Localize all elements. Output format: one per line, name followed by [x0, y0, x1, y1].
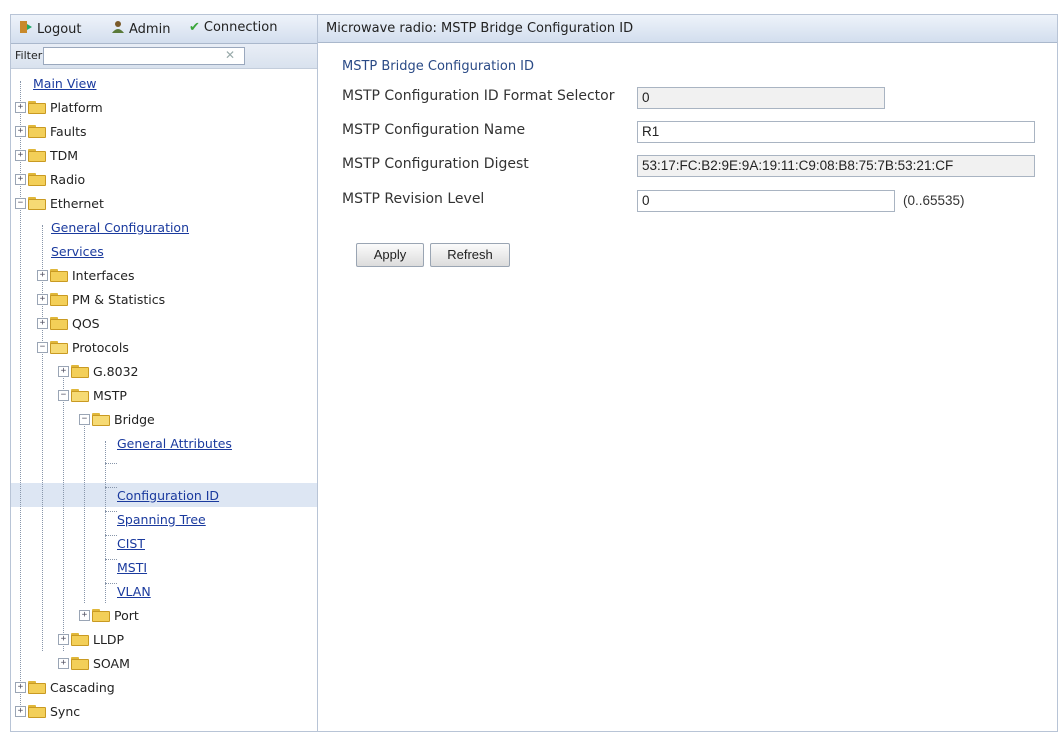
- folder-icon: [71, 632, 89, 646]
- tree-guide-line: [105, 559, 117, 560]
- expand-icon[interactable]: +: [58, 657, 69, 669]
- page-title: Microwave radio: MSTP Bridge Configurati…: [318, 15, 1057, 43]
- top-toolbar: Logout Admin ✔ Connection: [11, 15, 317, 44]
- expand-icon[interactable]: +: [37, 317, 48, 329]
- collapse-icon[interactable]: −: [79, 413, 90, 425]
- tree-item-radio[interactable]: + Radio: [15, 167, 85, 191]
- folder-icon: [28, 704, 46, 718]
- format-selector-field: 0: [637, 87, 885, 109]
- expand-icon[interactable]: +: [15, 149, 26, 161]
- open-folder-icon: [28, 196, 46, 210]
- folder-icon: [50, 292, 68, 306]
- tree-item-vlan[interactable]: VLAN: [117, 579, 151, 603]
- folder-icon: [28, 124, 46, 138]
- open-folder-icon: [92, 412, 110, 426]
- tree-item-spanning-tree[interactable]: Spanning Tree: [117, 507, 206, 531]
- tree-item-soam[interactable]: + SOAM: [58, 651, 130, 675]
- collapse-icon[interactable]: −: [58, 389, 69, 401]
- admin-button[interactable]: Admin: [111, 20, 170, 38]
- revision-level-label: MSTP Revision Level: [342, 191, 485, 207]
- tree-guide-line: [84, 417, 85, 603]
- configuration-name-input[interactable]: R1: [637, 121, 1035, 143]
- tree-item-g8032[interactable]: + G.8032: [58, 359, 138, 383]
- logout-button[interactable]: Logout: [19, 20, 82, 38]
- filter-input[interactable]: [43, 47, 245, 65]
- configuration-digest-field: 53:17:FC:B2:9E:9A:19:11:C9:08:B8:75:7B:5…: [637, 155, 1035, 177]
- tree-item-qos[interactable]: + QOS: [37, 311, 100, 335]
- folder-icon: [71, 656, 89, 670]
- expand-icon[interactable]: +: [37, 269, 48, 281]
- tree-item-interfaces[interactable]: + Interfaces: [37, 263, 134, 287]
- folder-icon: [50, 316, 68, 330]
- tree-guide-line: [105, 487, 117, 488]
- tree-item-pm-statistics[interactable]: + PM & Statistics: [37, 287, 165, 311]
- tree-item-mstp[interactable]: − MSTP: [58, 383, 127, 407]
- expand-icon[interactable]: +: [37, 293, 48, 305]
- tree-item-general-attributes[interactable]: General Attributes: [117, 431, 232, 455]
- tree-item-cist[interactable]: CIST: [117, 531, 145, 555]
- tree-item-general-configuration[interactable]: General Configuration: [51, 215, 189, 239]
- filter-label: Filter: [15, 49, 43, 62]
- revision-level-input[interactable]: 0: [637, 190, 895, 212]
- expand-icon[interactable]: +: [58, 633, 69, 645]
- apply-button[interactable]: Apply: [356, 243, 424, 267]
- open-folder-icon: [50, 340, 68, 354]
- expand-icon[interactable]: +: [58, 365, 69, 377]
- expand-icon[interactable]: +: [15, 705, 26, 717]
- configuration-digest-label: MSTP Configuration Digest: [342, 156, 529, 172]
- configuration-name-label: MSTP Configuration Name: [342, 122, 526, 138]
- tree-item-main-view[interactable]: Main View: [33, 71, 96, 95]
- checkmark-icon: ✔: [189, 20, 200, 35]
- filter-bar: Filter ✕: [11, 44, 317, 69]
- collapse-icon[interactable]: −: [15, 197, 26, 209]
- tree-guide-line: [105, 511, 117, 512]
- tree-item-configuration-id[interactable]: Configuration ID: [117, 483, 219, 507]
- tree-item-faults[interactable]: + Faults: [15, 119, 87, 143]
- tree-item-platform[interactable]: + Platform: [15, 95, 103, 119]
- open-folder-icon: [71, 388, 89, 402]
- expand-icon[interactable]: +: [15, 125, 26, 137]
- tree-item-port[interactable]: + Port: [79, 603, 139, 627]
- navigation-panel: Logout Admin ✔ Connection Filter ✕ Main …: [11, 15, 318, 731]
- format-selector-label: MSTP Configuration ID Format Selector: [342, 88, 615, 104]
- folder-icon: [28, 680, 46, 694]
- tree-guide-line: [63, 369, 64, 651]
- tree-item-bridge[interactable]: − Bridge: [79, 407, 155, 431]
- tree-guide-line: [105, 463, 117, 464]
- folder-icon: [28, 148, 46, 162]
- tree-item-protocols[interactable]: − Protocols: [37, 335, 129, 359]
- tree-item-services[interactable]: Services: [51, 239, 104, 263]
- refresh-button[interactable]: Refresh: [430, 243, 510, 267]
- folder-icon: [28, 172, 46, 186]
- tree-guide-line: [105, 441, 106, 603]
- tree-guide-line: [105, 535, 117, 536]
- connection-button[interactable]: ✔ Connection: [189, 20, 277, 35]
- expand-icon[interactable]: +: [15, 101, 26, 113]
- collapse-icon[interactable]: −: [37, 341, 48, 353]
- folder-icon: [71, 364, 89, 378]
- admin-user-icon: [111, 20, 125, 38]
- expand-icon[interactable]: +: [15, 681, 26, 693]
- tree-item-tdm[interactable]: + TDM: [15, 143, 78, 167]
- folder-icon: [28, 100, 46, 114]
- tree-guide-line: [105, 583, 117, 584]
- section-title: MSTP Bridge Configuration ID: [342, 59, 535, 74]
- expand-icon[interactable]: +: [79, 609, 90, 621]
- folder-icon: [92, 608, 110, 622]
- content-panel: Microwave radio: MSTP Bridge Configurati…: [318, 15, 1057, 731]
- app-window: Logout Admin ✔ Connection Filter ✕ Main …: [10, 14, 1058, 732]
- tree-item-ethernet[interactable]: − Ethernet: [15, 191, 104, 215]
- folder-icon: [50, 268, 68, 282]
- logout-icon: [19, 20, 33, 38]
- tree-item-cascading[interactable]: + Cascading: [15, 675, 115, 699]
- tree-item-lldp[interactable]: + LLDP: [58, 627, 124, 651]
- revision-range-hint: (0..65535): [903, 193, 965, 208]
- clear-filter-icon[interactable]: ✕: [225, 48, 235, 62]
- tree-item-msti[interactable]: MSTI: [117, 555, 147, 579]
- expand-icon[interactable]: +: [15, 173, 26, 185]
- tree-item-sync[interactable]: + Sync: [15, 699, 80, 723]
